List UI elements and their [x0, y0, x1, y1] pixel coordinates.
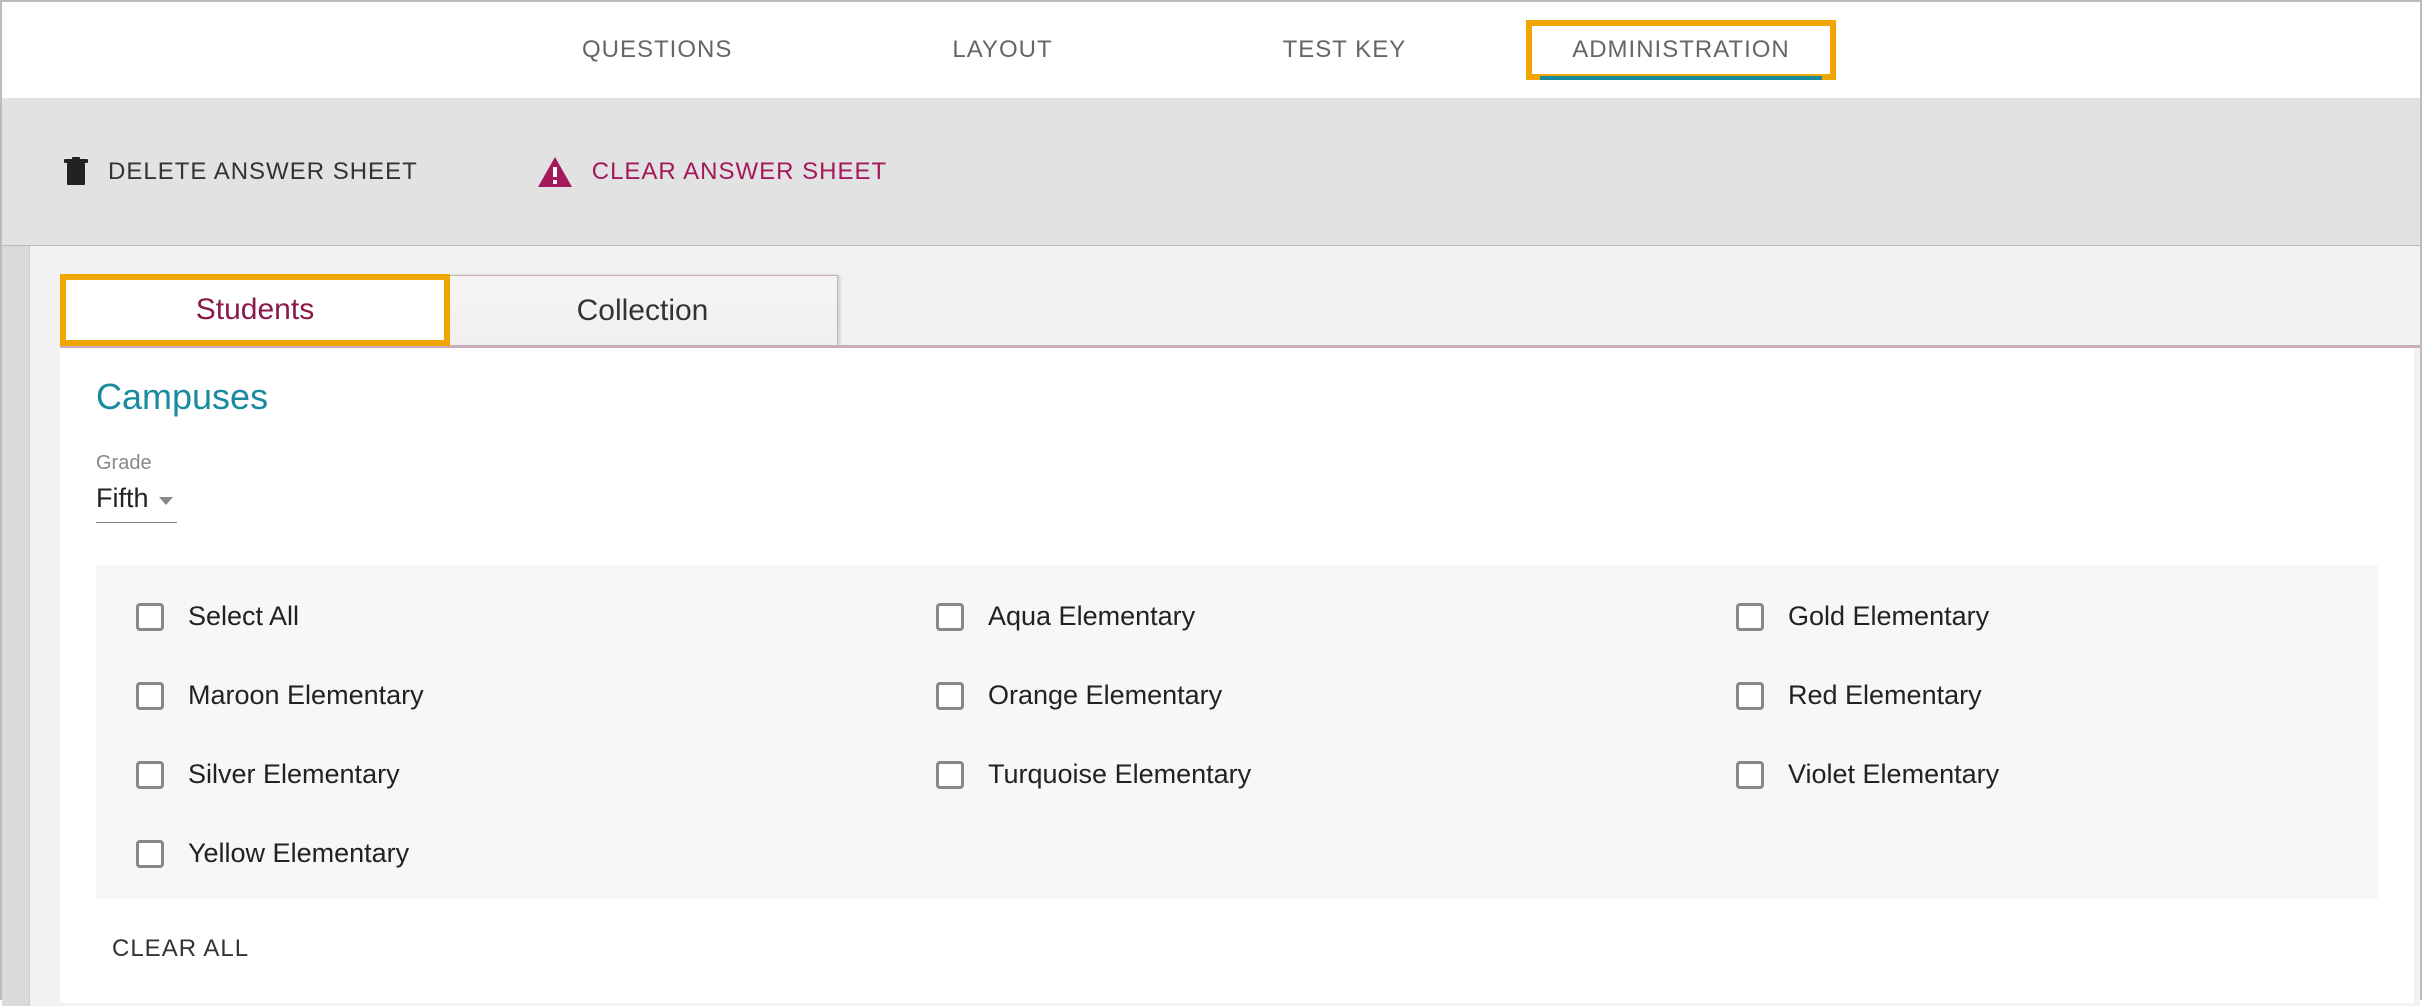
checkbox-icon [936, 682, 964, 710]
checkbox-gold-elementary[interactable]: Gold Elementary [1736, 601, 2338, 632]
subtab-students[interactable]: Students [60, 274, 450, 346]
content-outer: Students Collection Campuses Grade Fifth… [2, 246, 2420, 1006]
tab-questions[interactable]: QUESTIONS [542, 2, 772, 98]
clear-answer-sheet-button[interactable]: CLEAR ANSWER SHEET [538, 157, 887, 187]
checkbox-icon [136, 840, 164, 868]
checkbox-silver-elementary[interactable]: Silver Elementary [136, 759, 936, 790]
subtabs: Students Collection [30, 246, 2420, 346]
checkbox-maroon-elementary[interactable]: Maroon Elementary [136, 680, 936, 711]
delete-answer-sheet-label: DELETE ANSWER SHEET [108, 158, 418, 186]
checkbox-icon [1736, 603, 1764, 631]
checkbox-icon [136, 603, 164, 631]
tab-layout[interactable]: LAYOUT [912, 2, 1092, 98]
checkbox-label: Red Elementary [1788, 680, 1982, 711]
checkbox-label: Yellow Elementary [188, 838, 409, 869]
checkbox-turquoise-elementary[interactable]: Turquoise Elementary [936, 759, 1736, 790]
students-panel: Campuses Grade Fifth Select All Aqua Ele… [60, 346, 2414, 1003]
checkbox-violet-elementary[interactable]: Violet Elementary [1736, 759, 2338, 790]
checkbox-label: Orange Elementary [988, 680, 1222, 711]
grade-select[interactable]: Fifth [96, 481, 177, 523]
checkbox-label: Turquoise Elementary [988, 759, 1251, 790]
checkbox-label: Maroon Elementary [188, 680, 424, 711]
caret-down-icon [159, 497, 173, 505]
grade-value: Fifth [96, 483, 149, 514]
trash-icon [64, 157, 88, 187]
checkbox-icon [136, 761, 164, 789]
checkbox-icon [936, 603, 964, 631]
content-area: Students Collection Campuses Grade Fifth… [30, 246, 2420, 1006]
checkbox-label: Gold Elementary [1788, 601, 1989, 632]
checkbox-label: Silver Elementary [188, 759, 400, 790]
checkbox-icon [136, 682, 164, 710]
checkbox-icon [1736, 761, 1764, 789]
checkbox-label: Select All [188, 601, 299, 632]
action-bar: DELETE ANSWER SHEET CLEAR ANSWER SHEET [2, 98, 2420, 246]
checkbox-aqua-elementary[interactable]: Aqua Elementary [936, 601, 1736, 632]
checkbox-icon [936, 761, 964, 789]
clear-all-button[interactable]: CLEAR ALL [96, 935, 249, 963]
checkbox-red-elementary[interactable]: Red Elementary [1736, 680, 2338, 711]
checkbox-yellow-elementary[interactable]: Yellow Elementary [136, 838, 936, 869]
panel-title: Campuses [96, 376, 2378, 418]
tab-test-key[interactable]: TEST KEY [1243, 2, 1447, 98]
clear-answer-sheet-label: CLEAR ANSWER SHEET [592, 158, 887, 186]
grade-field: Grade Fifth [96, 452, 2378, 523]
top-nav: QUESTIONS LAYOUT TEST KEY ADMINISTRATION [2, 2, 2420, 98]
tab-administration[interactable]: ADMINISTRATION [1526, 20, 1836, 80]
campus-list: Select All Aqua Elementary Gold Elementa… [96, 565, 2378, 899]
subtab-collection[interactable]: Collection [448, 275, 838, 345]
warning-icon [538, 157, 572, 187]
checkbox-select-all[interactable]: Select All [136, 601, 936, 632]
grade-label: Grade [96, 452, 2378, 475]
delete-answer-sheet-button[interactable]: DELETE ANSWER SHEET [64, 157, 418, 187]
checkbox-label: Aqua Elementary [988, 601, 1195, 632]
checkbox-label: Violet Elementary [1788, 759, 1999, 790]
left-gutter [2, 246, 30, 1006]
checkbox-orange-elementary[interactable]: Orange Elementary [936, 680, 1736, 711]
checkbox-icon [1736, 682, 1764, 710]
